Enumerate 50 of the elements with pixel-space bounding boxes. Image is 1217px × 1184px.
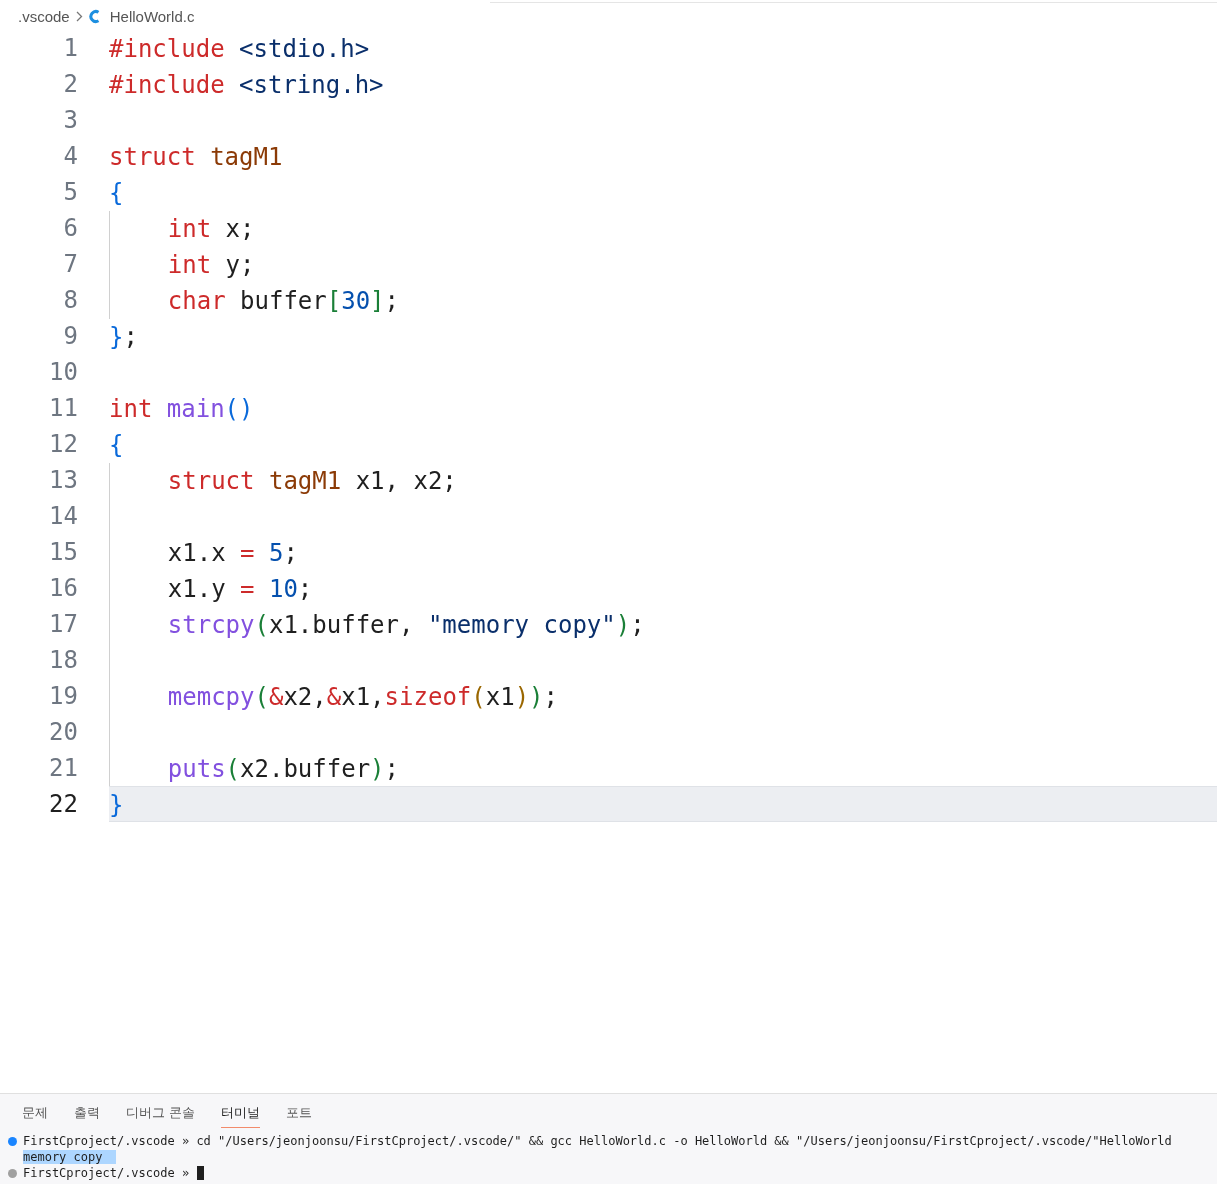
- line-number: 2: [62, 69, 79, 100]
- code-line: #include <string.h>: [109, 70, 384, 101]
- panel-tab[interactable]: 디버그 콘솔: [126, 1104, 195, 1128]
- panel-tab[interactable]: 문제: [22, 1104, 48, 1128]
- code-line: x1.x = 5;: [167, 538, 298, 569]
- breadcrumb-folder[interactable]: .vscode: [18, 7, 70, 25]
- code-line: strcpy(x1.buffer, "memory copy");: [167, 610, 645, 641]
- code-line: int y;: [167, 250, 255, 281]
- line-number: 18: [48, 645, 79, 676]
- line-number: 6: [62, 213, 79, 244]
- code-line: #include <stdio.h>: [109, 34, 370, 65]
- line-number: 11: [48, 393, 79, 424]
- chevron-icon: [75, 10, 83, 22]
- code-line: x1.y = 10;: [167, 574, 313, 605]
- code-line: struct tagM1: [109, 142, 283, 173]
- breadcrumb-file[interactable]: HelloWorld.c: [109, 7, 195, 25]
- panel-tab[interactable]: 터미널: [220, 1104, 260, 1128]
- line-number: 17: [48, 609, 79, 640]
- line-number: 7: [62, 249, 79, 280]
- code-line: {: [109, 430, 124, 461]
- line-number: 1: [62, 33, 79, 64]
- code-line: };: [109, 322, 138, 353]
- line-number: 3: [62, 105, 79, 136]
- line-number: 9: [62, 321, 79, 352]
- line-number: 22: [48, 789, 79, 820]
- code-line: int x;: [167, 214, 255, 245]
- line-number: 20: [48, 717, 79, 748]
- line-number: 12: [48, 429, 79, 460]
- code-line: int main(): [109, 394, 254, 425]
- panel-tab[interactable]: 포트: [285, 1104, 312, 1128]
- code-line: {: [109, 178, 124, 209]
- code-line: memcpy(&x2,&x1,sizeof(x1));: [167, 682, 558, 713]
- code-line: puts(x2.buffer);: [167, 754, 399, 785]
- panel-tab[interactable]: 출력: [74, 1104, 100, 1128]
- line-number: 8: [62, 285, 79, 316]
- line-number: 10: [48, 357, 79, 388]
- terminal-line: FirstCproject/.vscode » cd "/Users/jeonjoonsu/FirstCproject/.vscode/" && gcc HelloWorld.c -o HelloWorld && "/Users/jeonjoonsu/FirstCproject/.vscode/"HelloWorld: [23, 1134, 1172, 1148]
- code-line: char buffer[30];: [167, 286, 399, 317]
- line-number: 5: [62, 177, 79, 208]
- line-number: 16: [48, 573, 79, 604]
- line-number: 13: [48, 465, 79, 496]
- terminal-line: FirstCproject/.vscode »: [23, 1166, 190, 1180]
- line-number: 15: [48, 537, 79, 568]
- code-line: struct tagM1 x1, x2;: [167, 466, 457, 497]
- line-number: 14: [48, 501, 79, 532]
- line-number: 4: [62, 141, 79, 172]
- code-line: }: [109, 790, 124, 821]
- c-file-icon: [88, 8, 100, 24]
- line-number: 19: [48, 681, 79, 712]
- line-number: 21: [48, 753, 79, 784]
